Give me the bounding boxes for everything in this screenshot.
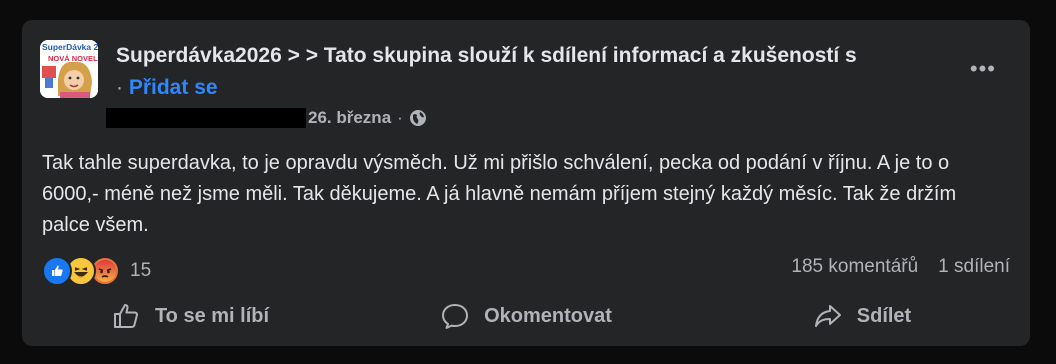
share-arrow-icon [814, 305, 841, 327]
post-meta: 26. března · [106, 108, 427, 128]
join-separator: · [116, 76, 123, 99]
post-actions: To se mi líbí Okomentovat Sdílet [22, 296, 1030, 336]
group-title[interactable]: Superdávka2026 > > Tato skupina slouží k… [116, 44, 950, 68]
like-button[interactable]: To se mi líbí [22, 296, 358, 336]
more-options-button[interactable]: ••• [970, 56, 996, 82]
globe-icon[interactable] [409, 109, 427, 127]
like-button-label: To se mi líbí [154, 304, 270, 327]
share-button-label: Sdílet [856, 304, 912, 327]
thumbs-up-icon [113, 304, 138, 328]
avatar-text-line1: SuperDávka 202 [42, 42, 98, 52]
redacted-author-name [106, 108, 306, 128]
post-date[interactable]: 26. března [308, 108, 391, 128]
post-stats: 185 komentářů 1 sdílení [791, 256, 1010, 278]
comment-button[interactable]: Okomentovat [358, 296, 694, 336]
like-icon [42, 256, 72, 286]
comment-bubble-icon [442, 304, 469, 329]
meta-separator: · [397, 108, 403, 127]
share-button[interactable]: Sdílet [694, 296, 1030, 336]
reactions-summary[interactable]: 15 [42, 256, 151, 286]
post-card: SuperDávka 202 NOVÁ NOVELA Superdávka202… [22, 20, 1030, 346]
join-button[interactable]: Přidat se [129, 76, 218, 99]
group-avatar[interactable]: SuperDávka 202 NOVÁ NOVELA [40, 40, 98, 98]
reactions-count[interactable]: 15 [130, 260, 151, 282]
join-row: · Přidat se [116, 76, 218, 100]
shares-count[interactable]: 1 sdílení [938, 256, 1010, 278]
comment-button-label: Okomentovat [484, 304, 612, 327]
post-text: Tak tahle superdavka, to je opravdu výsm… [42, 152, 957, 236]
avatar-text-line2: NOVÁ NOVELA [48, 54, 98, 63]
comments-count[interactable]: 185 komentářů [791, 256, 918, 278]
